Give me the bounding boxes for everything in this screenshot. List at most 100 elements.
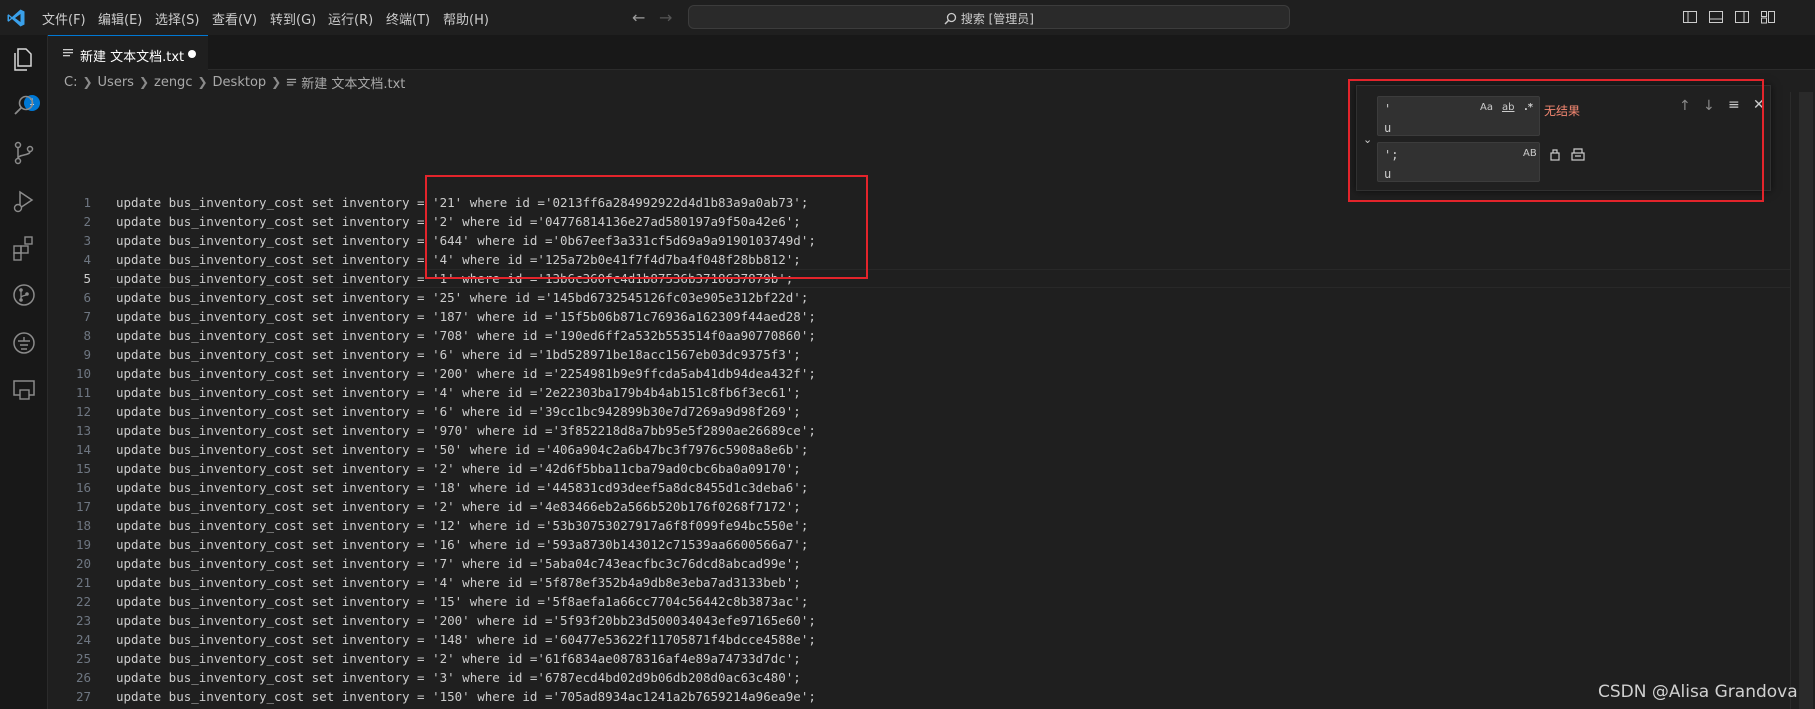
search-icon[interactable] bbox=[10, 92, 38, 120]
code-line[interactable]: 13 update bus_inventory_cost set inventor… bbox=[48, 421, 1748, 440]
code-line[interactable]: 8 update bus_inventory_cost set inventory… bbox=[48, 326, 1748, 345]
line-number: 15 bbox=[75, 461, 91, 476]
menu-file[interactable]: 文件(F) bbox=[42, 9, 86, 28]
code-line[interactable]: 15 update bus_inventory_cost set inventor… bbox=[48, 459, 1748, 478]
code-line[interactable]: 27 update bus_inventory_cost set inventor… bbox=[48, 687, 1748, 706]
code-line[interactable]: 12 update bus_inventory_cost set inventor… bbox=[48, 402, 1748, 421]
title-bar: 文件(F) 编辑(E) 选择(S) 查看(V) 转到(G) 运行(R) 终端(T… bbox=[0, 0, 1815, 35]
back-arrow-icon[interactable]: ← bbox=[632, 8, 645, 27]
code-line[interactable]: 23 update bus_inventory_cost set inventor… bbox=[48, 611, 1748, 630]
breadcrumb-drive[interactable]: C: bbox=[64, 75, 77, 90]
tab-label: 新建 文本文档.txt bbox=[80, 50, 185, 65]
line-text[interactable]: update bus_inventory_cost set inventory … bbox=[116, 421, 816, 440]
unsaved-dot-icon[interactable] bbox=[188, 50, 196, 58]
code-line[interactable]: 9 update bus_inventory_cost set inventory… bbox=[48, 345, 1748, 364]
code-line[interactable]: 21 update bus_inventory_cost set inventor… bbox=[48, 573, 1748, 592]
line-text[interactable]: update bus_inventory_cost set inventory … bbox=[116, 611, 816, 630]
line-number: 12 bbox=[75, 404, 91, 419]
line-number: 6 bbox=[83, 290, 91, 305]
toggle-primary-sidebar-icon[interactable] bbox=[1682, 9, 1698, 25]
annotation-highlight-code bbox=[425, 175, 868, 279]
chevron-right-icon: ❯ bbox=[82, 75, 93, 89]
line-text[interactable]: update bus_inventory_cost set inventory … bbox=[116, 383, 801, 402]
git-graph-icon[interactable] bbox=[10, 281, 38, 309]
line-text[interactable]: update bus_inventory_cost set inventory … bbox=[116, 687, 816, 706]
vertical-scrollbar[interactable] bbox=[1790, 92, 1815, 709]
breadcrumb-user[interactable]: zengc bbox=[154, 75, 192, 90]
line-text[interactable]: update bus_inventory_cost set inventory … bbox=[116, 668, 801, 687]
line-number: 14 bbox=[75, 442, 91, 457]
toggle-panel-icon[interactable] bbox=[1708, 9, 1724, 25]
toggle-secondary-sidebar-icon[interactable] bbox=[1734, 9, 1750, 25]
line-text[interactable]: update bus_inventory_cost set inventory … bbox=[116, 478, 808, 497]
line-text[interactable]: update bus_inventory_cost set inventory … bbox=[116, 497, 801, 516]
code-line[interactable]: 16 update bus_inventory_cost set inventor… bbox=[48, 478, 1748, 497]
line-text[interactable]: update bus_inventory_cost set inventory … bbox=[116, 554, 801, 573]
breadcrumb-desktop[interactable]: Desktop bbox=[213, 75, 267, 90]
menu-go[interactable]: 转到(G) bbox=[270, 9, 316, 28]
extensions-icon[interactable] bbox=[10, 234, 38, 262]
line-text[interactable]: update bus_inventory_cost set inventory … bbox=[116, 345, 801, 364]
scrollbar-thumb[interactable] bbox=[1799, 92, 1813, 709]
line-text[interactable]: update bus_inventory_cost set inventory … bbox=[116, 326, 816, 345]
breadcrumb-file[interactable]: 新建 文本文档.txt bbox=[301, 73, 405, 92]
breadcrumb-users[interactable]: Users bbox=[98, 75, 134, 90]
line-number: 11 bbox=[75, 385, 91, 400]
line-text[interactable]: update bus_inventory_cost set inventory … bbox=[116, 364, 816, 383]
line-number: 10 bbox=[75, 366, 91, 381]
line-text[interactable]: update bus_inventory_cost set inventory … bbox=[116, 535, 808, 554]
line-text[interactable]: update bus_inventory_cost set inventory … bbox=[116, 573, 801, 592]
line-number: 21 bbox=[75, 575, 91, 590]
code-line[interactable]: 25 update bus_inventory_cost set inventor… bbox=[48, 649, 1748, 668]
line-text[interactable]: update bus_inventory_cost set inventory … bbox=[116, 459, 801, 478]
line-text[interactable]: update bus_inventory_cost set inventory … bbox=[116, 288, 808, 307]
menu-view[interactable]: 查看(V) bbox=[212, 9, 257, 28]
forward-arrow-icon[interactable]: → bbox=[659, 8, 672, 27]
menu-selection[interactable]: 选择(S) bbox=[155, 9, 199, 28]
text-file-icon bbox=[63, 49, 73, 57]
code-line[interactable]: 22 update bus_inventory_cost set inventor… bbox=[48, 592, 1748, 611]
code-line[interactable]: 20 update bus_inventory_cost set inventor… bbox=[48, 554, 1748, 573]
menu-terminal[interactable]: 终端(T) bbox=[386, 9, 430, 28]
menu-help[interactable]: 帮助(H) bbox=[443, 9, 489, 28]
chat-icon[interactable] bbox=[10, 329, 38, 357]
customize-layout-icon[interactable] bbox=[1760, 9, 1776, 25]
remote-explorer-icon[interactable] bbox=[10, 376, 38, 404]
code-line[interactable]: 10 update bus_inventory_cost set inventor… bbox=[48, 364, 1748, 383]
line-number: 5 bbox=[83, 271, 91, 286]
line-text[interactable]: update bus_inventory_cost set inventory … bbox=[116, 307, 816, 326]
menu-run[interactable]: 运行(R) bbox=[328, 9, 373, 28]
line-text[interactable]: update bus_inventory_cost set inventory … bbox=[116, 592, 808, 611]
tab-new-text-document[interactable]: 新建 文本文档.txt bbox=[48, 35, 208, 70]
code-line[interactable]: 3 update bus_inventory_cost set inventory… bbox=[48, 231, 1748, 250]
vscode-logo-icon bbox=[7, 9, 25, 27]
command-center-search[interactable]: 搜索 [管理员] bbox=[688, 5, 1290, 29]
run-and-debug-icon[interactable] bbox=[10, 187, 38, 215]
code-line[interactable]: 4 update bus_inventory_cost set inventory… bbox=[48, 250, 1748, 269]
code-line[interactable]: 5 update bus_inventory_cost set inventory… bbox=[48, 269, 1748, 288]
line-number: 8 bbox=[83, 328, 91, 343]
explorer-icon[interactable] bbox=[10, 45, 38, 73]
menu-edit[interactable]: 编辑(E) bbox=[98, 9, 142, 28]
line-number: 3 bbox=[83, 233, 91, 248]
code-line[interactable]: 14 update bus_inventory_cost set inventor… bbox=[48, 440, 1748, 459]
line-number: 7 bbox=[83, 309, 91, 324]
code-line[interactable]: 7 update bus_inventory_cost set inventory… bbox=[48, 307, 1748, 326]
search-label: 搜索 [管理员] bbox=[960, 12, 1034, 26]
line-text[interactable]: update bus_inventory_cost set inventory … bbox=[116, 649, 801, 668]
code-line[interactable]: 11 update bus_inventory_cost set inventor… bbox=[48, 383, 1748, 402]
code-line[interactable]: 24 update bus_inventory_cost set inventor… bbox=[48, 630, 1748, 649]
watermark: CSDN @Alisa Grandova bbox=[1598, 682, 1798, 702]
code-line[interactable]: 18 update bus_inventory_cost set inventor… bbox=[48, 516, 1748, 535]
line-text[interactable]: update bus_inventory_cost set inventory … bbox=[116, 516, 808, 535]
code-line[interactable]: 6 update bus_inventory_cost set inventory… bbox=[48, 288, 1748, 307]
source-control-icon[interactable] bbox=[10, 139, 38, 167]
code-line[interactable]: 2 update bus_inventory_cost set inventory… bbox=[48, 212, 1748, 231]
line-text[interactable]: update bus_inventory_cost set inventory … bbox=[116, 630, 816, 649]
line-text[interactable]: update bus_inventory_cost set inventory … bbox=[116, 440, 808, 459]
code-line[interactable]: 26 update bus_inventory_cost set inventor… bbox=[48, 668, 1748, 687]
code-line[interactable]: 19 update bus_inventory_cost set inventor… bbox=[48, 535, 1748, 554]
code-line[interactable]: 17 update bus_inventory_cost set inventor… bbox=[48, 497, 1748, 516]
line-number: 9 bbox=[83, 347, 91, 362]
line-text[interactable]: update bus_inventory_cost set inventory … bbox=[116, 402, 801, 421]
